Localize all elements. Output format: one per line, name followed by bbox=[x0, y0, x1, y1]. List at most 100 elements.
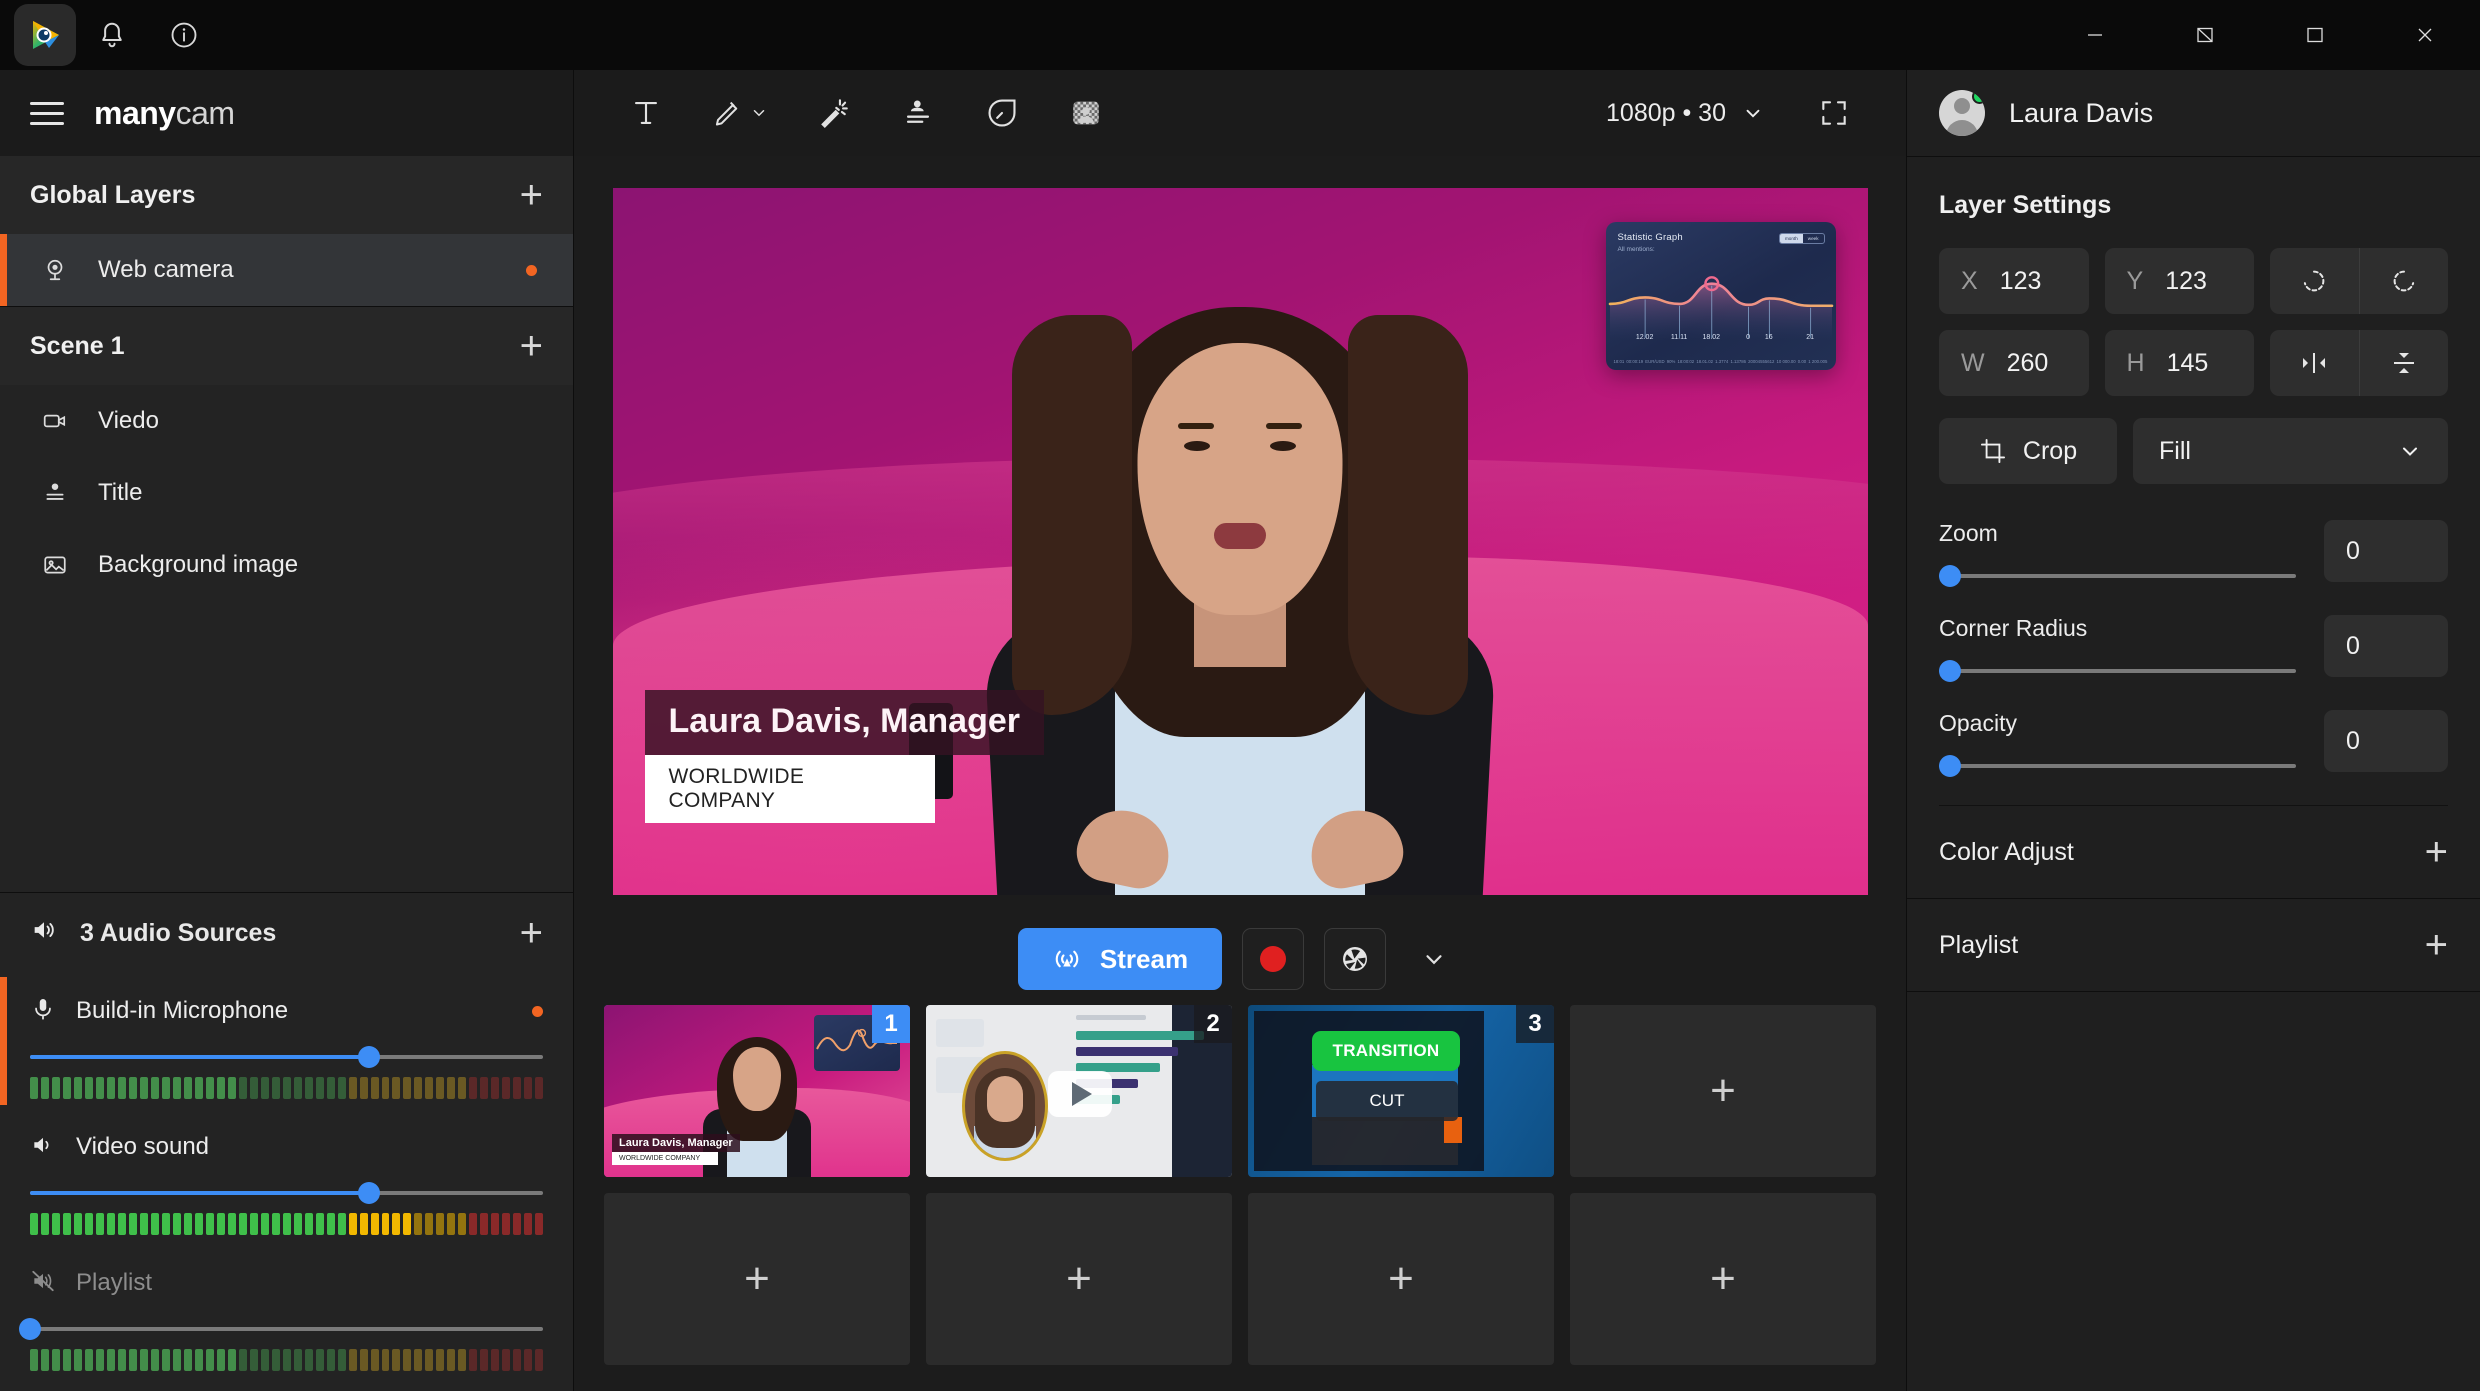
flip-vertical-button[interactable] bbox=[2360, 330, 2449, 396]
stream-button[interactable]: Stream bbox=[1017, 928, 1223, 990]
hamburger-menu-icon[interactable] bbox=[30, 95, 64, 132]
add-scene-thumbnail-1[interactable]: + bbox=[1570, 1005, 1876, 1177]
opacity-control: Opacity 0 bbox=[1939, 710, 2448, 777]
text-tool-button[interactable] bbox=[604, 70, 688, 156]
sidebar-item-label: Background image bbox=[98, 551, 299, 578]
audio-source-label: Video sound bbox=[76, 1133, 210, 1160]
flip-horizontal-button[interactable] bbox=[2270, 330, 2360, 396]
thumbnail-row-1: Laura Davis, Manager WORLDWIDE COMPANY 1 bbox=[604, 1005, 1876, 1177]
zoom-slider[interactable] bbox=[1939, 565, 2296, 587]
scene-title: Scene 1 bbox=[30, 331, 125, 360]
minimize-button[interactable] bbox=[2040, 0, 2150, 70]
h-field[interactable]: H 145 bbox=[2104, 330, 2254, 396]
lower-third-banner: Laura Davis, Manager WORLDWIDE COMPANY bbox=[644, 690, 1044, 823]
snapshot-button[interactable] bbox=[1324, 928, 1387, 990]
sidebar-item-background-image[interactable]: Background image bbox=[0, 529, 573, 601]
scene-thumbnail-3[interactable]: TRANSITION CUT 3 bbox=[1248, 1005, 1554, 1177]
notifications-bell-icon[interactable] bbox=[76, 0, 148, 70]
sidebar-item-label: Viedo bbox=[98, 407, 159, 434]
speaker-icon bbox=[30, 916, 58, 951]
slider-knob[interactable] bbox=[19, 1318, 41, 1340]
info-icon[interactable] bbox=[148, 0, 220, 70]
graph-period-week[interactable]: week bbox=[1803, 234, 1824, 243]
y-field[interactable]: Y 123 bbox=[2104, 248, 2254, 314]
corner-radius-label: Corner Radius bbox=[1939, 615, 2088, 641]
thumbnail-number-badge: 2 bbox=[1194, 1005, 1232, 1043]
graph-period-month[interactable]: month bbox=[1779, 234, 1803, 243]
close-button[interactable] bbox=[2370, 0, 2480, 70]
rotate-left-button[interactable] bbox=[2270, 248, 2360, 314]
graph-footer-values: 18:01 00:00:19 EUR/USD 90% 18:00:02 18.01.02 1… bbox=[1613, 359, 1828, 364]
resolution-selector[interactable]: 1080p • 30 bbox=[1588, 99, 1782, 128]
effects-tool-button[interactable] bbox=[792, 70, 876, 156]
audio-sources-header: 3 Audio Sources + bbox=[0, 893, 573, 973]
center-panel: 1080p • 30 Statistic Graph All mentions:… bbox=[574, 70, 1906, 1391]
user-row[interactable]: Laura Davis bbox=[1907, 70, 2480, 156]
audio-source-video-sound[interactable]: Video sound bbox=[0, 1109, 573, 1245]
add-scene-thumbnail-4[interactable]: + bbox=[1248, 1193, 1554, 1365]
fullscreen-button[interactable] bbox=[1792, 70, 1876, 156]
stream-options-chevron-down-icon[interactable] bbox=[1406, 928, 1462, 990]
color-adjust-add-button[interactable]: + bbox=[2425, 832, 2448, 872]
graph-period-toggle[interactable]: month week bbox=[1778, 233, 1825, 244]
volume-slider-video-sound[interactable] bbox=[30, 1181, 543, 1205]
add-audio-source-button[interactable]: + bbox=[520, 913, 543, 953]
layer-settings-section: Layer Settings X 123 Y 123 W 260 H 145 C… bbox=[1907, 157, 2480, 806]
slider-knob[interactable] bbox=[357, 1046, 380, 1068]
fit-mode-select[interactable]: Fill bbox=[2133, 418, 2448, 484]
color-adjust-section[interactable]: Color Adjust + bbox=[1907, 806, 2480, 898]
restore-down-button[interactable] bbox=[2150, 0, 2260, 70]
audio-source-playlist[interactable]: Playlist bbox=[0, 1245, 573, 1381]
right-sidebar: Laura Davis Layer Settings X 123 Y 123 W… bbox=[1906, 70, 2480, 1391]
app-logo-icon[interactable] bbox=[14, 4, 76, 66]
sidebar-item-viedo[interactable]: Viedo bbox=[0, 385, 573, 457]
sidebar-item-web-camera[interactable]: Web camera bbox=[0, 234, 573, 306]
w-field[interactable]: W 260 bbox=[1939, 330, 2089, 396]
rotate-right-button[interactable] bbox=[2360, 248, 2449, 314]
xy-row: X 123 Y 123 bbox=[1939, 248, 2448, 314]
h-label: H bbox=[2126, 348, 2145, 377]
scene-thumbnail-2[interactable]: 2 bbox=[926, 1005, 1232, 1177]
playlist-add-button[interactable]: + bbox=[2425, 925, 2448, 965]
opacity-slider[interactable] bbox=[1939, 755, 2296, 777]
image-icon bbox=[38, 552, 72, 578]
sidebar-item-label: Web camera bbox=[98, 256, 234, 283]
timer-tool-button[interactable] bbox=[960, 70, 1044, 156]
opacity-value[interactable]: 0 bbox=[2324, 710, 2448, 772]
add-global-layer-button[interactable]: + bbox=[520, 175, 543, 215]
playlist-section[interactable]: Playlist + bbox=[1907, 899, 2480, 991]
draw-tool-button[interactable] bbox=[688, 70, 792, 156]
x-field[interactable]: X 123 bbox=[1939, 248, 2089, 314]
slider-knob[interactable] bbox=[357, 1182, 380, 1204]
add-scene-thumbnail-2[interactable]: + bbox=[604, 1193, 910, 1365]
record-button[interactable] bbox=[1242, 928, 1305, 990]
lower-third-tool-button[interactable] bbox=[876, 70, 960, 156]
video-preview[interactable]: Statistic Graph All mentions: month week bbox=[612, 188, 1868, 895]
brand-logo: manycam bbox=[94, 95, 235, 132]
slider-knob[interactable] bbox=[1939, 755, 1961, 777]
volume-slider-microphone[interactable] bbox=[30, 1045, 543, 1069]
title-icon bbox=[38, 480, 72, 506]
sidebar-item-title[interactable]: Title bbox=[0, 457, 573, 529]
crop-button[interactable]: Crop bbox=[1939, 418, 2117, 484]
maximize-button[interactable] bbox=[2260, 0, 2370, 70]
brand-bold: many bbox=[94, 94, 176, 131]
x-label: X bbox=[1961, 266, 1978, 295]
scene-thumbnail-1[interactable]: Laura Davis, Manager WORLDWIDE COMPANY 1 bbox=[604, 1005, 910, 1177]
slider-track bbox=[1939, 574, 2296, 578]
global-layers-header: Global Layers + bbox=[0, 156, 573, 234]
corner-radius-slider[interactable] bbox=[1939, 660, 2296, 682]
volume-slider-playlist[interactable] bbox=[19, 1317, 543, 1341]
thumbnail-row-2: + + + + bbox=[604, 1193, 1876, 1365]
add-scene-layer-button[interactable]: + bbox=[520, 326, 543, 366]
audio-source-built-in-microphone[interactable]: Build-in Microphone bbox=[0, 973, 573, 1109]
corner-radius-value[interactable]: 0 bbox=[2324, 615, 2448, 677]
add-scene-thumbnail-3[interactable]: + bbox=[926, 1193, 1232, 1365]
slider-knob[interactable] bbox=[1939, 565, 1961, 587]
zoom-value[interactable]: 0 bbox=[2324, 520, 2448, 582]
slider-track bbox=[30, 1327, 543, 1331]
chroma-key-tool-button[interactable] bbox=[1044, 70, 1128, 156]
add-scene-thumbnail-5[interactable]: + bbox=[1570, 1193, 1876, 1365]
audio-meter-microphone bbox=[30, 1077, 544, 1099]
slider-knob[interactable] bbox=[1939, 660, 1961, 682]
